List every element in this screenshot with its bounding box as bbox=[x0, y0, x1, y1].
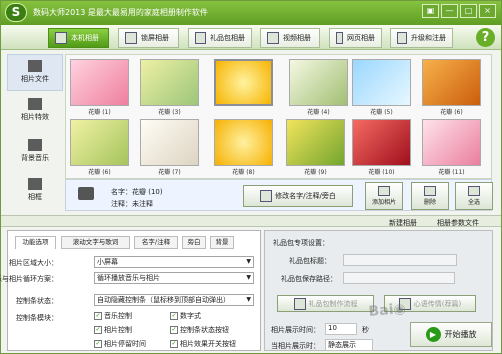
photo-area-size-select[interactable]: 小屏幕 bbox=[94, 256, 254, 268]
photo-display-mode-select[interactable]: 静态展示 bbox=[325, 339, 373, 351]
sidebar-item-photos[interactable]: 相片文件 bbox=[7, 54, 63, 91]
tab-background[interactable]: 背景 bbox=[210, 236, 234, 249]
maximize-button[interactable]: □ bbox=[460, 4, 477, 18]
add-photo-icon bbox=[378, 186, 390, 196]
digital-checkbox[interactable]: ✓ 数字式 bbox=[170, 311, 245, 323]
sidebar-item-music[interactable]: 背景音乐 bbox=[7, 134, 63, 171]
photo-control-checkbox[interactable]: ✓ 相片控制 bbox=[94, 325, 169, 337]
music-loop-select[interactable]: 循环播放音乐与相片 bbox=[94, 272, 254, 284]
new-album-link[interactable]: 新建相册 bbox=[389, 218, 417, 228]
edit-icon bbox=[260, 190, 273, 202]
gift-icon bbox=[195, 32, 206, 44]
tab-upgrade-register[interactable]: 升级和注册 bbox=[390, 28, 453, 48]
photo-info: 名字：花瓣 (10) 注释：未注释 bbox=[111, 188, 163, 208]
album-action-bar: 新建相册 相册参数文件 bbox=[1, 215, 501, 227]
photo-info-bar: 名字：花瓣 (10) 注释：未注释 修改名字/注释/旁白 添加相片 删除 全选 bbox=[65, 179, 493, 211]
top-tabs: 本机相册 锁屏相册 礼品包相册 视频相册 网页相册 升级和注册 ? bbox=[1, 25, 501, 50]
tab-web-album[interactable]: 网页相册 bbox=[329, 28, 382, 48]
tab-name-note[interactable]: 名字/注释 bbox=[134, 236, 178, 249]
check-icon: ✓ bbox=[94, 312, 102, 320]
app-logo: S bbox=[5, 3, 27, 22]
help-icon[interactable]: ? bbox=[476, 28, 495, 47]
camera-icon bbox=[78, 187, 94, 200]
globe-icon bbox=[336, 32, 343, 44]
trash-icon bbox=[424, 186, 436, 196]
photo-thumbnail[interactable]: 花瓣 (6) bbox=[422, 59, 481, 116]
tab-function-options[interactable]: 功能选项 bbox=[15, 236, 56, 249]
album-icon bbox=[55, 32, 67, 44]
gift-title-input[interactable] bbox=[343, 254, 457, 266]
check-icon: ✓ bbox=[170, 312, 178, 320]
photo-thumbnail[interactable]: 花瓣 (9) bbox=[286, 119, 345, 176]
tab-lock-album[interactable]: 锁屏相册 bbox=[118, 28, 179, 48]
photo-image bbox=[70, 59, 129, 106]
check-icon: ✓ bbox=[94, 326, 102, 334]
check-icon: ✓ bbox=[170, 340, 178, 348]
monitor-icon bbox=[125, 32, 137, 44]
photo-stay-time-checkbox[interactable]: ✓ 相片停留时间 bbox=[94, 339, 169, 351]
sidebar-item-effects[interactable]: 相片特效 bbox=[7, 93, 63, 130]
sidebar: 相片文件 相片特效 背景音乐 相框 bbox=[7, 54, 63, 208]
photo-area-size-row: 相片区域大小： 小屏幕 bbox=[8, 256, 260, 268]
tab-scroll-text-lyrics[interactable]: 滚动文字与歌词 bbox=[61, 236, 130, 249]
grid-icon bbox=[468, 186, 480, 196]
photo-effect-switch-checkbox[interactable]: ✓ 相片效果开关按钮 bbox=[170, 339, 245, 351]
app-window: S 数码大师2013 是最大最易用的家庭相册制作软件 ▣ — □ × 本机相册 … bbox=[0, 0, 502, 354]
photo-thumbnail[interactable]: 花瓣 (8) bbox=[214, 119, 273, 176]
photo-thumbnail[interactable]: 花瓣 (10) bbox=[352, 119, 411, 176]
upgrade-icon bbox=[397, 32, 407, 44]
photo-thumbnail[interactable]: 花瓣 (7) bbox=[140, 119, 199, 176]
close-button[interactable]: × bbox=[479, 4, 496, 18]
edit-name-note-button[interactable]: 修改名字/注释/旁白 bbox=[243, 185, 353, 207]
photo-thumbnail-selected[interactable] bbox=[214, 59, 273, 115]
photo-thumbnail[interactable]: 花瓣 (1) bbox=[70, 59, 129, 116]
photo-display-time-input[interactable]: 10 bbox=[325, 323, 357, 335]
music-loop-row: 音乐与相片循环方案：循环播放音乐与相片 bbox=[0, 272, 260, 284]
film-icon bbox=[267, 32, 279, 44]
check-icon: ✓ bbox=[170, 326, 178, 334]
delete-button[interactable]: 删除 bbox=[411, 182, 449, 210]
control-bar-state-button-checkbox[interactable]: ✓ 控制条状态按钮 bbox=[170, 325, 245, 337]
start-playback-button[interactable]: ▶ 开始播放 bbox=[410, 322, 492, 347]
app-title: 数码大师2013 是最大最易用的家庭相册制作软件 bbox=[33, 8, 208, 17]
camera-icon bbox=[28, 60, 42, 72]
album-params-link[interactable]: 相册参数文件 bbox=[437, 218, 479, 228]
photo-gallery: 花瓣 (1) 花瓣 (3) 花瓣 (4) 花瓣 (5) 花瓣 (6) 花瓣 (6… bbox=[65, 54, 492, 179]
function-options-panel: 功能选项 滚动文字与歌词 名字/注释 旁白 背景 相片区域大小：小屏幕 音乐与相… bbox=[0, 230, 261, 351]
photo-thumbnail[interactable]: 花瓣 (5) bbox=[352, 59, 411, 116]
photo-thumbnail[interactable]: 花瓣 (11) bbox=[422, 119, 481, 176]
check-icon: ✓ bbox=[94, 340, 102, 348]
tab-voice-over[interactable]: 旁白 bbox=[182, 236, 206, 249]
skin-button[interactable]: ▣ bbox=[422, 4, 439, 18]
minimize-button[interactable]: — bbox=[441, 4, 458, 18]
control-bar-state-row: 控制条状态： 自动隐藏控制条（鼠标移到顶部自动弹出） bbox=[8, 294, 260, 306]
gift-save-path-input[interactable] bbox=[343, 272, 455, 284]
tab-video-album[interactable]: 视频相册 bbox=[260, 28, 320, 48]
control-bar-state-select[interactable]: 自动隐藏控制条（鼠标移到顶部自动弹出） bbox=[94, 294, 254, 306]
frame-icon bbox=[28, 178, 42, 190]
music-control-checkbox[interactable]: ✓ 音乐控制 bbox=[94, 311, 169, 323]
gift-settings-title: 礼品包专项设置： bbox=[273, 239, 329, 247]
photo-thumbnail[interactable]: 花瓣 (3) bbox=[140, 59, 199, 116]
tab-local-album[interactable]: 本机相册 bbox=[48, 28, 109, 48]
tab-gift-album[interactable]: 礼品包相册 bbox=[188, 28, 252, 48]
gift-icon bbox=[293, 297, 306, 310]
title-bar: S 数码大师2013 是最大最易用的家庭相册制作软件 ▣ — □ × bbox=[1, 1, 501, 25]
select-all-button[interactable]: 全选 bbox=[455, 182, 493, 210]
music-note-icon bbox=[28, 139, 42, 151]
effects-icon bbox=[28, 98, 42, 110]
photo-thumbnail[interactable]: 花瓣 (6) bbox=[70, 119, 129, 176]
photo-thumbnail[interactable]: 花瓣 (4) bbox=[289, 59, 348, 116]
play-icon: ▶ bbox=[425, 327, 441, 342]
sidebar-item-frame[interactable]: 相框 bbox=[7, 173, 63, 210]
gift-process-button[interactable]: 礼品包制作流程 bbox=[277, 295, 374, 312]
add-photo-button[interactable]: 添加相片 bbox=[365, 182, 403, 210]
